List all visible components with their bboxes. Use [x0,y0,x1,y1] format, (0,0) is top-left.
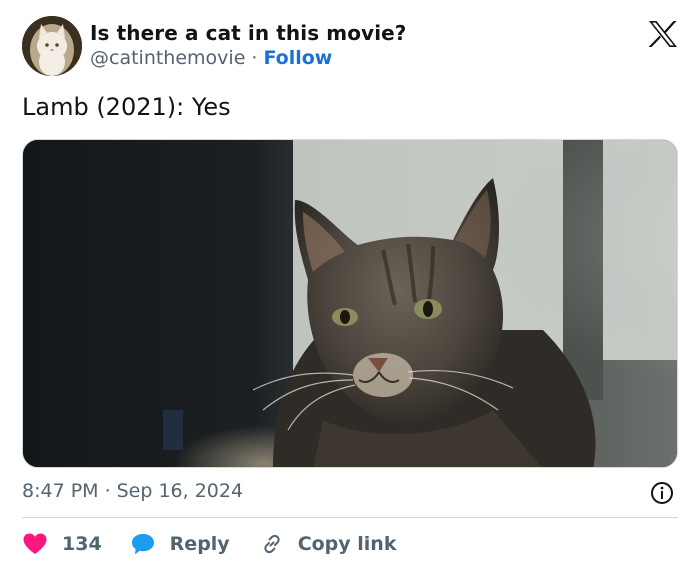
action-bar: 134 Reply Copy link [22,530,396,558]
x-logo-icon[interactable] [648,20,678,48]
handle-line: @catinthemovie · Follow [90,47,332,69]
follow-button[interactable]: Follow [263,47,332,69]
tabby-cat-movie-still-image [23,140,677,467]
like-count: 134 [62,533,102,555]
tweet-media[interactable] [22,139,678,468]
link-icon [264,534,280,554]
handle[interactable]: @catinthemovie [90,47,245,69]
timestamp-date: Sep 16, 2024 [116,480,244,502]
avatar[interactable] [22,16,82,76]
divider [22,517,678,518]
reply-button[interactable]: Reply [130,532,230,556]
tweet-text: Lamb (2021): Yes [22,93,231,121]
separator-dot: · [251,47,258,69]
speech-bubble-icon [131,534,154,555]
timestamp[interactable]: 8:47 PM · Sep 16, 2024 [22,480,243,502]
white-cat-avatar-icon [22,16,82,76]
tweet-card: Is there a cat in this movie? @catinthem… [0,0,700,571]
timestamp-time: 8:47 PM [22,480,99,502]
info-icon[interactable] [650,481,674,505]
reply-label: Reply [169,533,230,555]
copy-link-button[interactable]: Copy link [260,532,397,556]
like-button[interactable]: 134 [22,532,102,556]
separator-dot: · [104,480,111,502]
heart-icon [23,533,47,554]
copy-link-label: Copy link [297,533,397,555]
display-name[interactable]: Is there a cat in this movie? [90,21,407,45]
